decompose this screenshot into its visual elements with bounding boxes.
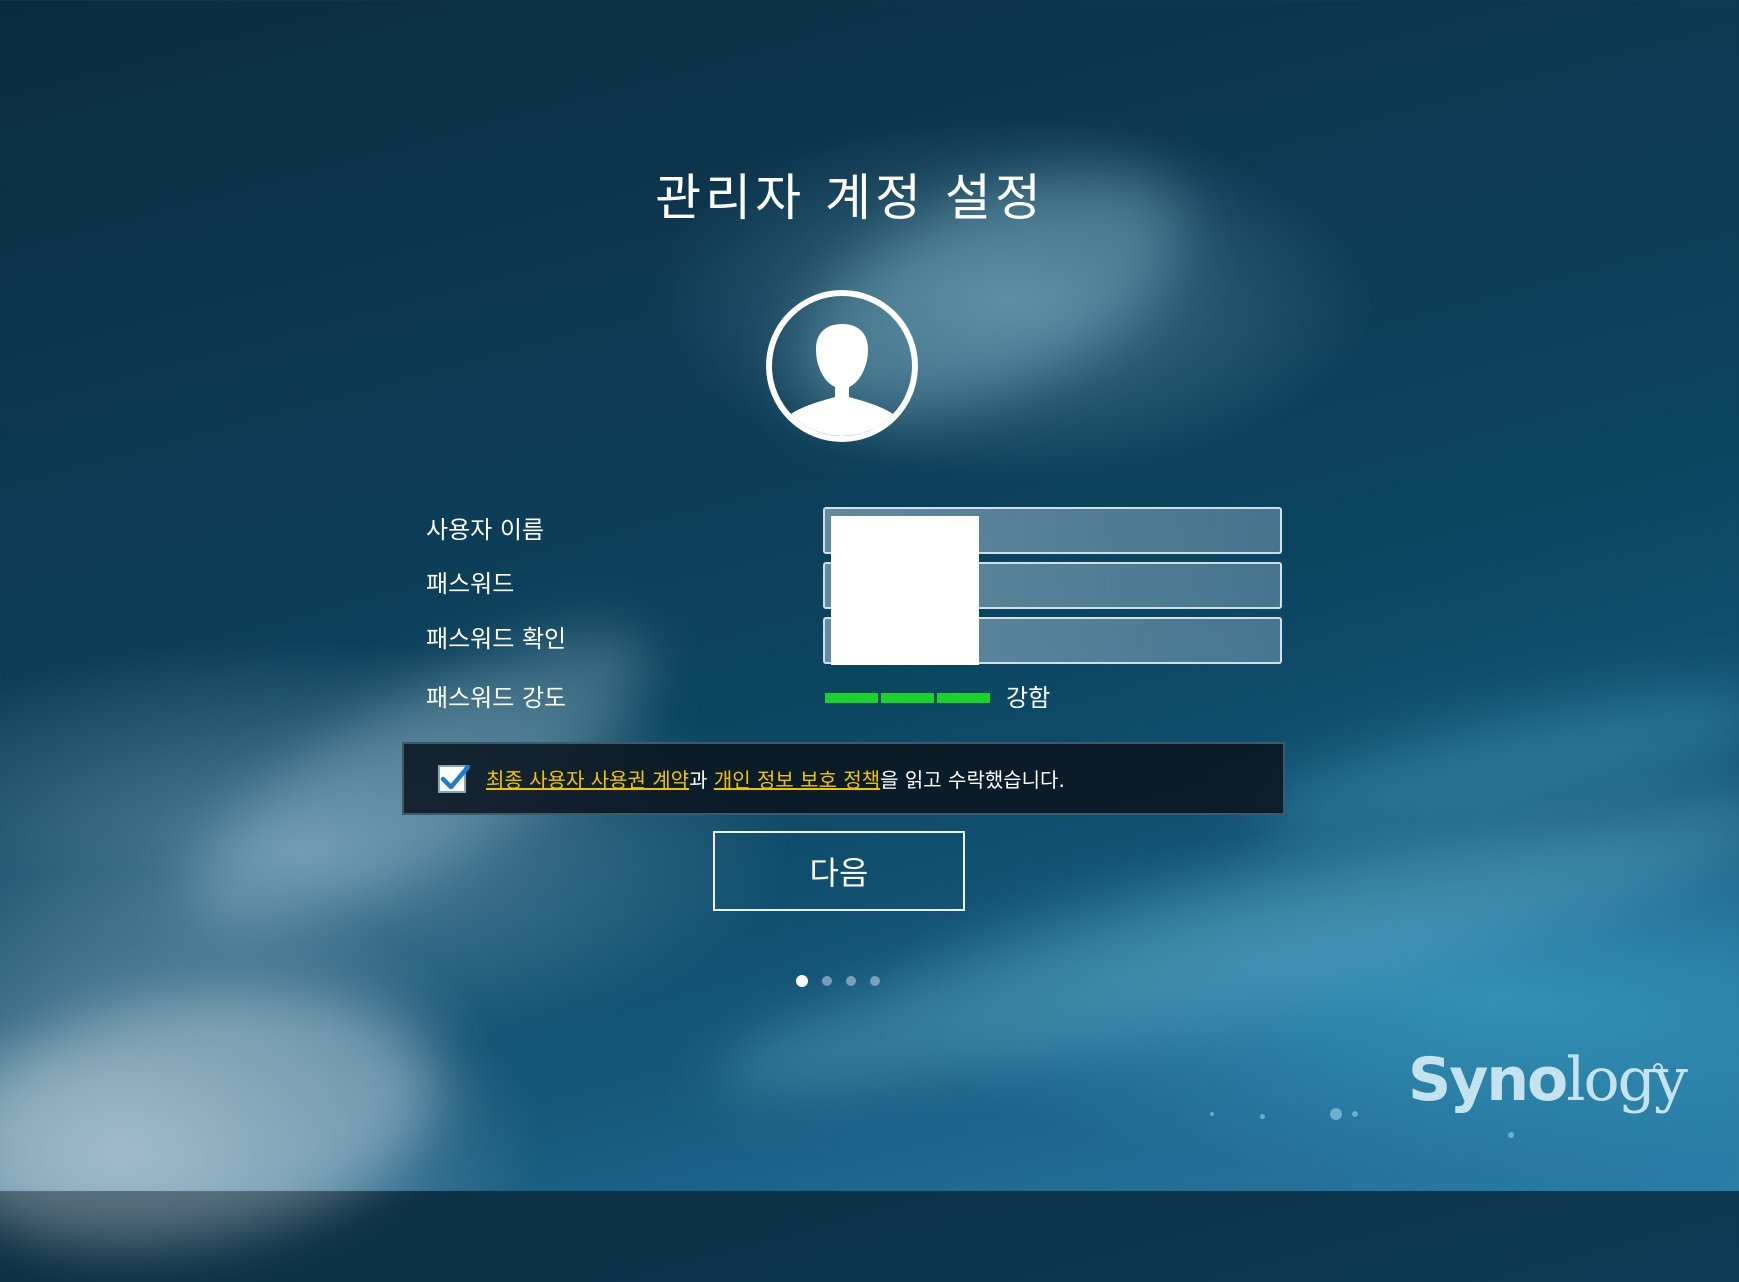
step-dot-1[interactable] xyxy=(796,975,808,987)
strength-segment xyxy=(937,693,990,703)
next-button[interactable]: 다음 xyxy=(713,831,965,911)
eula-link[interactable]: 최종 사용자 사용권 계약 xyxy=(486,768,689,792)
background-streak xyxy=(0,958,458,1282)
strength-segment xyxy=(881,693,934,703)
checkmark-icon xyxy=(440,764,471,789)
password-strength-meter xyxy=(825,693,990,703)
logo-main: Syno xyxy=(1408,1045,1568,1115)
agreement-joiner: 과 xyxy=(689,768,714,792)
step-dot-2[interactable] xyxy=(822,976,832,986)
username-label: 사용자 이름 xyxy=(426,516,545,544)
logo-tail: logy xyxy=(1566,1045,1688,1115)
registered-mark-icon xyxy=(1653,1063,1663,1073)
strength-segment xyxy=(825,693,878,703)
synology-logo: Synology xyxy=(1408,1045,1688,1115)
password-strength-label: 패스워드 강도 xyxy=(426,684,567,712)
sparkle xyxy=(1210,1112,1214,1116)
agreement-checkbox[interactable] xyxy=(438,764,471,793)
sparkle xyxy=(1260,1114,1265,1119)
page-title: 관리자 계정 설정 xyxy=(655,169,1045,227)
sparkle xyxy=(1330,1108,1342,1120)
step-dot-4[interactable] xyxy=(870,976,880,986)
sparkle xyxy=(1352,1111,1358,1117)
confirm-password-label: 패스워드 확인 xyxy=(426,625,567,653)
agreement-panel: 최종 사용자 사용권 계약과 개인 정보 보호 정책을 읽고 수락했습니다. xyxy=(402,742,1285,815)
agreement-text: 최종 사용자 사용권 계약과 개인 정보 보호 정책을 읽고 수락했습니다. xyxy=(486,764,1065,793)
privacy-policy-link[interactable]: 개인 정보 보호 정책 xyxy=(714,768,880,792)
password-label: 패스워드 xyxy=(426,570,515,598)
background-streak xyxy=(1246,666,1739,864)
redaction-block xyxy=(831,516,979,665)
password-strength-text: 강함 xyxy=(1006,684,1051,712)
agreement-suffix: 을 읽고 수락했습니다. xyxy=(880,768,1065,792)
user-avatar-icon xyxy=(766,290,918,442)
sparkle xyxy=(1508,1132,1514,1138)
step-indicator xyxy=(796,975,880,987)
step-dot-3[interactable] xyxy=(846,976,856,986)
